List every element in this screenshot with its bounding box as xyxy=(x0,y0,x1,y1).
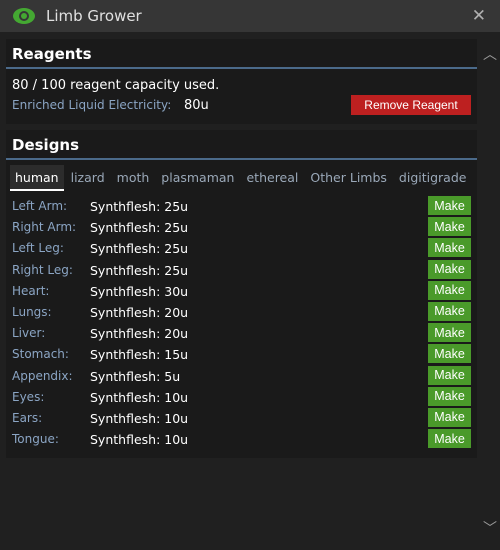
tab-other-limbs[interactable]: Other Limbs xyxy=(305,165,392,191)
make-button[interactable]: Make xyxy=(428,301,471,321)
make-button[interactable]: Make xyxy=(428,238,471,258)
part-cost: Synthflesh: 20u xyxy=(90,304,189,320)
part-label: Stomach: xyxy=(12,347,69,362)
make-button[interactable]: Make xyxy=(428,344,471,364)
part-cost: Synthflesh: 25u xyxy=(90,241,189,257)
part-cost: Synthflesh: 25u xyxy=(90,199,189,214)
design-row: Ears: Synthflesh: 10u Make xyxy=(6,407,477,429)
design-row: Tongue: Synthflesh: 10u Make xyxy=(6,429,477,450)
make-button[interactable]: Make xyxy=(428,259,471,279)
design-row: Eyes: Synthflesh: 10u Make xyxy=(6,386,477,408)
part-label: Left Arm: xyxy=(12,199,68,213)
make-button[interactable]: Make xyxy=(428,365,471,385)
part-cost: Synthflesh: 30u xyxy=(90,283,189,299)
remove-reagent-button[interactable]: Remove Reagent xyxy=(351,95,471,115)
tab-moth[interactable]: moth xyxy=(112,165,155,191)
make-button[interactable]: Make xyxy=(428,217,471,237)
part-cost: Synthflesh: 10u xyxy=(90,432,189,448)
reagents-title: Reagents xyxy=(6,39,477,69)
reagent-amount: 80u xyxy=(184,98,209,113)
make-button[interactable]: Make xyxy=(428,280,471,300)
scrollbar[interactable]: ︿ ﹀ xyxy=(482,32,500,550)
tab-digitigrade[interactable]: digitigrade xyxy=(394,165,472,191)
part-label: Lungs: xyxy=(12,304,52,319)
part-cost: Synthflesh: 25u xyxy=(90,220,189,236)
part-label: Ears: xyxy=(12,410,43,425)
part-cost: Synthflesh: 20u xyxy=(90,326,189,342)
species-tabs: human lizard moth plasmaman ethereal Oth… xyxy=(10,165,473,191)
design-row: Liver: Synthflesh: 20u Make xyxy=(6,323,477,344)
designs-section: Designs human lizard moth plasmaman ethe… xyxy=(6,130,477,458)
part-cost: Synthflesh: 10u xyxy=(90,389,189,405)
make-button[interactable]: Make xyxy=(428,323,471,343)
part-cost: Synthflesh: 5u xyxy=(90,368,181,384)
design-row: Right Leg: Synthflesh: 25u Make xyxy=(6,259,477,281)
eye-icon xyxy=(13,8,35,24)
part-label: Eyes: xyxy=(12,389,45,404)
part-label: Right Arm: xyxy=(12,220,77,235)
designs-title: Designs xyxy=(6,130,477,160)
make-button[interactable]: Make xyxy=(428,429,471,449)
part-label: Right Leg: xyxy=(12,262,73,277)
part-cost: Synthflesh: 15u xyxy=(90,347,189,363)
design-row: Left Leg: Synthflesh: 25u Make xyxy=(6,238,477,259)
design-row: Appendix: Synthflesh: 5u Make xyxy=(6,365,477,387)
design-row: Stomach: Synthflesh: 15u Make xyxy=(6,344,477,365)
design-list: Left Arm: Synthflesh: 25u Make Right Arm… xyxy=(6,196,477,450)
part-label: Liver: xyxy=(12,326,46,341)
make-button[interactable]: Make xyxy=(428,407,471,427)
part-label: Appendix: xyxy=(12,368,73,383)
window-content: Reagents 80 / 100 reagent capacity used.… xyxy=(0,32,500,550)
design-row: Lungs: Synthflesh: 20u Make xyxy=(6,301,477,323)
tab-lizard[interactable]: lizard xyxy=(66,165,110,191)
part-label: Left Leg: xyxy=(12,241,64,256)
reagent-name: Enriched Liquid Electricity: xyxy=(12,98,172,112)
design-row: Left Arm: Synthflesh: 25u Make xyxy=(6,196,477,217)
window-title: Limb Grower xyxy=(46,7,142,25)
make-button[interactable]: Make xyxy=(428,386,471,406)
reagents-section: Reagents 80 / 100 reagent capacity used.… xyxy=(6,39,477,124)
design-row: Heart: Synthflesh: 30u Make xyxy=(6,280,477,302)
tab-human[interactable]: human xyxy=(10,165,64,191)
tab-ethereal[interactable]: ethereal xyxy=(241,165,303,191)
close-icon[interactable]: ✕ xyxy=(472,6,486,26)
capacity-text: 80 / 100 reagent capacity used. xyxy=(12,78,220,93)
title-bar: Limb Grower ✕ xyxy=(0,0,500,32)
part-label: Tongue: xyxy=(12,432,59,447)
design-row: Right Arm: Synthflesh: 25u Make xyxy=(6,217,477,238)
part-cost: Synthflesh: 25u xyxy=(90,262,189,278)
part-label: Heart: xyxy=(12,283,50,298)
make-button[interactable]: Make xyxy=(428,196,471,215)
chevron-up-icon[interactable]: ︿ xyxy=(483,44,497,64)
chevron-down-icon[interactable]: ﹀ xyxy=(483,518,497,538)
part-cost: Synthflesh: 10u xyxy=(90,410,189,426)
tab-plasmaman[interactable]: plasmaman xyxy=(156,165,239,191)
